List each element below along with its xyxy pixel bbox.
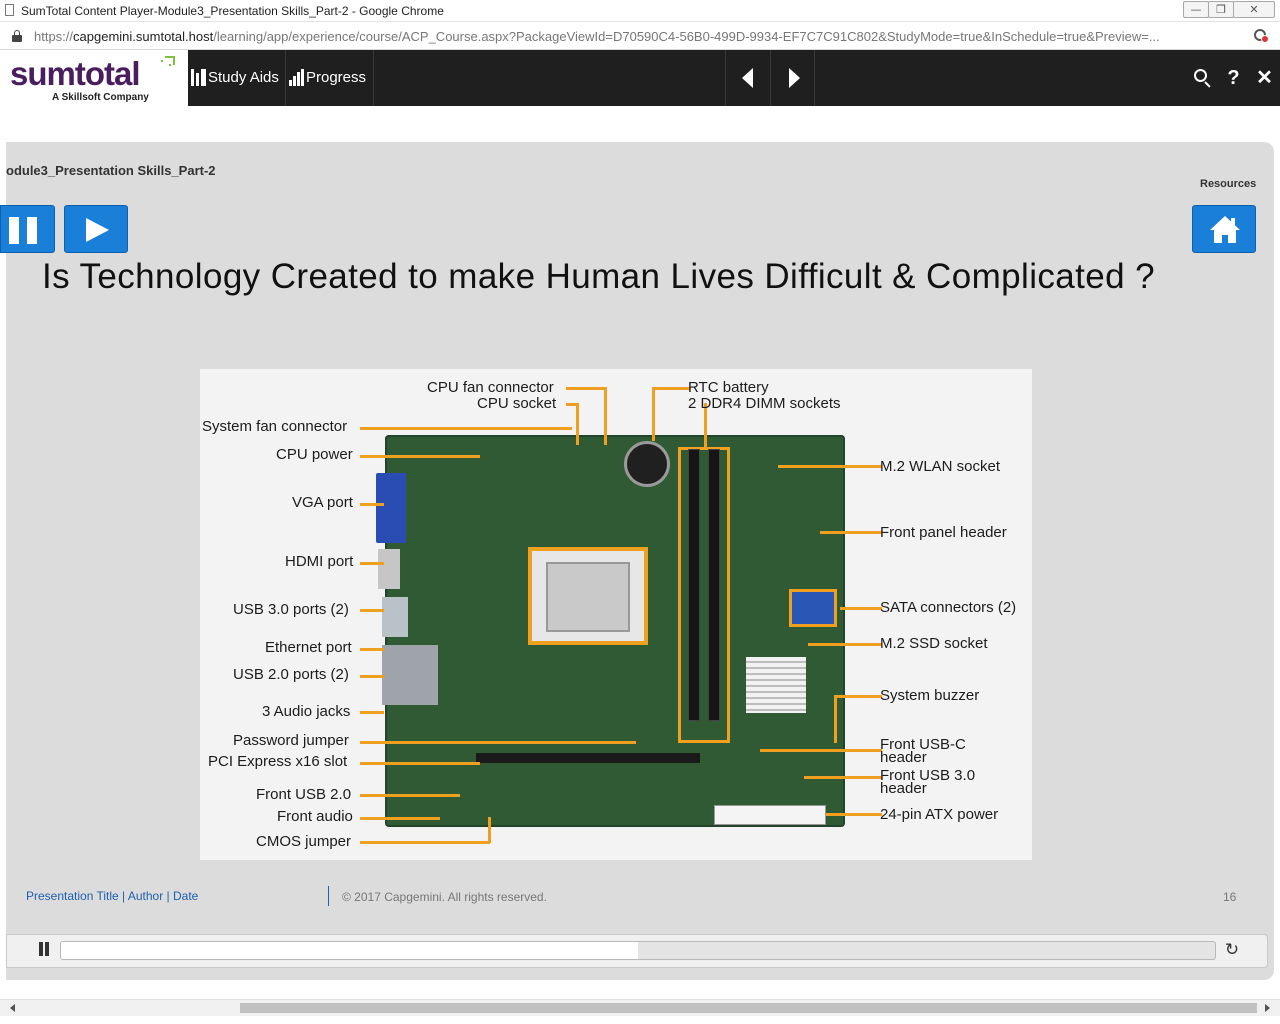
label-cpu-power: CPU power [276,446,353,463]
atx-power-shape [714,805,826,825]
url-text[interactable]: https://capgemini.sumtotal.host/learning… [34,29,1244,44]
close-icon: ✕ [1256,67,1273,89]
label-front-usb30-2: header [880,780,927,797]
playback-bar: ↻ [6,934,1268,968]
next-slide-button[interactable] [770,50,815,106]
label-pci-express: PCI Express x16 slot [208,753,348,770]
study-aids-button[interactable]: Study Aids [188,50,286,106]
label-front-panel-header: Front panel header [880,524,1007,541]
close-player-button[interactable]: ✕ [1249,50,1280,106]
label-system-buzzer: System buzzer [880,687,980,704]
progress-button[interactable]: Progress [286,50,374,106]
logo-mark-icon [157,54,179,76]
app-header: sumtotal A Skillsoft Company Study Aids … [0,50,1280,106]
resources-link[interactable]: Resources [1200,178,1256,190]
play-icon [86,218,109,242]
heatsink-shape [746,657,806,713]
playback-pause-button[interactable] [37,942,51,958]
sumtotal-logo[interactable]: sumtotal A Skillsoft Company [0,50,188,106]
dimm-highlight [678,447,730,743]
logo-tagline: A Skillsoft Company [52,92,149,103]
motherboard-diagram: CPU fan connector CPU socket RTC battery… [200,369,1032,860]
label-vga-port: VGA port [292,494,353,511]
home-button[interactable] [1192,205,1256,253]
pause-icon [39,942,43,956]
window-title: SumTotal Content Player-Module3_Presenta… [21,4,444,18]
dimm-slot-1 [688,449,700,721]
restore-button[interactable]: ❐ [1208,1,1234,18]
slide-pause-button[interactable] [0,205,55,253]
sata-shape [789,589,837,627]
help-icon: ? [1227,67,1240,89]
course-title: odule3_Presentation Skills_Part-2 [6,163,216,178]
presentation-footer: Presentation Title | Author | Date [26,889,199,903]
label-m2-ssd: M.2 SSD socket [880,635,988,652]
replay-button[interactable]: ↻ [1223,941,1241,959]
logo-wordmark: sumtotal [10,55,141,92]
window-title-bar: SumTotal Content Player-Module3_Presenta… [0,0,1280,22]
progress-label: Progress [306,69,367,86]
label-rtc-battery: RTC battery [688,379,769,396]
footer-divider [328,886,329,906]
arrow-left-icon [742,68,753,88]
label-ddr4-dimm: 2 DDR4 DIMM sockets [688,395,841,412]
label-sata-connectors: SATA connectors (2) [880,599,1017,616]
slide-play-button[interactable] [64,205,128,253]
label-cmos-jumper: CMOS jumper [256,833,352,850]
label-usb20-ports: USB 2.0 ports (2) [233,666,349,683]
help-button[interactable]: ? [1218,50,1249,106]
search-button[interactable] [1187,50,1218,106]
playback-progress-track[interactable] [60,941,1216,960]
vga-port-shape [376,473,406,543]
cpu-socket-shape [528,547,648,645]
usb-port-shape [382,597,408,637]
label-password-jumper: Password jumper [233,732,349,749]
pcie-slot-shape [476,753,700,763]
blocked-content-icon[interactable] [1254,29,1269,43]
study-aids-icon [191,69,207,86]
label-atx-power: 24-pin ATX power [880,806,999,823]
label-ethernet-port: Ethernet port [265,639,352,656]
label-audio-jacks: 3 Audio jacks [262,703,351,720]
scrollbar-thumb[interactable] [240,1003,1257,1013]
label-front-usb20: Front USB 2.0 [256,786,352,803]
window-close-button[interactable]: ✕ [1233,1,1275,18]
label-m2-wlan: M.2 WLAN socket [880,458,1001,475]
scroll-left-arrow-icon[interactable] [10,1004,15,1012]
label-usb30-ports: USB 3.0 ports (2) [233,601,349,618]
rtc-battery-shape [624,441,670,487]
slide-heading: Is Technology Created to make Human Live… [42,257,1155,296]
content-player: odule3_Presentation Skills_Part-2 Resour… [0,142,1274,980]
dimm-slot-2 [708,449,720,721]
label-hdmi-port: HDMI port [285,553,354,570]
scroll-right-arrow-icon[interactable] [1265,1004,1270,1012]
url-host: capgemini.sumtotal.host [73,29,214,44]
url-prefix: https:// [34,29,74,44]
previous-slide-button[interactable] [725,50,770,106]
home-icon [1210,216,1240,243]
ethernet-port-shape [382,645,438,705]
label-cpu-fan-connector: CPU fan connector [427,379,554,396]
slide-page-number: 16 [1223,890,1237,904]
horizontal-scrollbar[interactable] [0,999,1280,1016]
address-bar[interactable]: https://capgemini.sumtotal.host/learning… [0,22,1280,50]
label-cpu-socket: CPU socket [477,395,557,412]
hdmi-port-shape [378,549,400,589]
minimize-button[interactable]: — [1183,1,1209,18]
label-front-audio: Front audio [277,808,353,825]
playback-progress-fill [61,942,638,959]
copyright-text: © 2017 Capgemini. All rights reserved. [342,890,547,904]
study-aids-label: Study Aids [208,69,279,86]
url-path: /learning/app/experience/course/ACP_Cour… [213,29,1160,44]
progress-bars-icon [289,69,305,86]
label-front-usbc-2: header [880,749,927,766]
label-system-fan-connector: System fan connector [202,418,348,435]
arrow-right-icon [789,68,800,88]
lock-icon [12,30,22,42]
page-icon [5,4,14,16]
